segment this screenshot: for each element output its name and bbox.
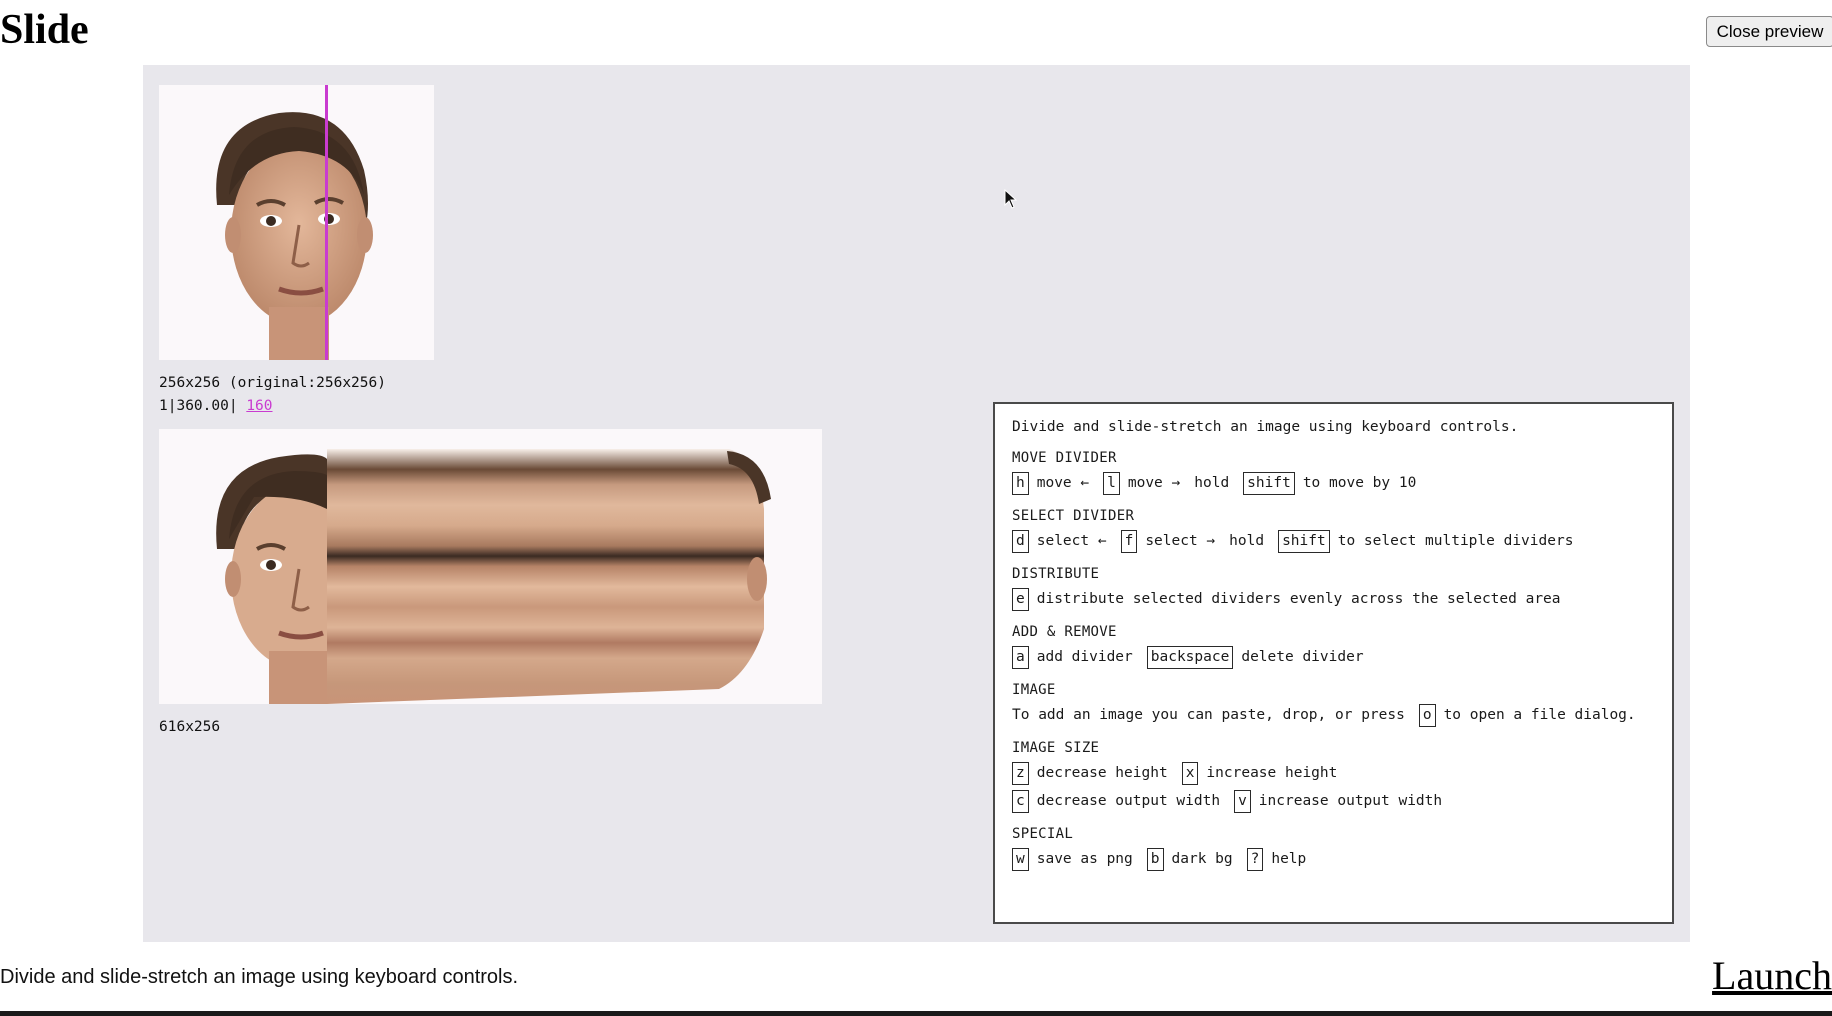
key-badge: e — [1012, 587, 1029, 611]
output-size-info: 616x256 — [159, 719, 221, 735]
mouse-pointer-icon — [1004, 189, 1018, 209]
divider-position-link[interactable]: 160 — [246, 398, 272, 414]
key-badge: c — [1012, 789, 1029, 813]
key-badge: h — [1012, 471, 1029, 495]
help-section-heading: ADD & REMOVE — [1012, 624, 1117, 640]
help-text: delete divider — [1241, 649, 1364, 665]
help-row: h move ← l move → hold shift to move by 10 — [1012, 470, 1656, 496]
help-text: select ← — [1036, 533, 1107, 549]
key-badge: backspace — [1146, 645, 1234, 669]
source-image[interactable] — [159, 85, 434, 360]
help-section-heading: SPECIAL — [1012, 826, 1074, 842]
help-sections: MOVE DIVIDER h move ← l move → hold shift to mo… — [1012, 450, 1656, 872]
help-text: hold — [1229, 533, 1265, 549]
help-text: hold — [1194, 475, 1230, 491]
divider-line[interactable] — [325, 85, 328, 360]
key-badge: shift — [1243, 471, 1295, 495]
key-badge: f — [1120, 529, 1138, 553]
help-text: increase output width — [1258, 793, 1443, 809]
divider-info-values: 1|360.00| — [159, 398, 238, 414]
key-badge: shift — [1278, 529, 1330, 553]
key-badge: a — [1012, 645, 1029, 669]
key-badge: o — [1418, 703, 1436, 727]
key-badge: w — [1012, 847, 1029, 871]
help-row: w save as png b dark bg? help — [1012, 846, 1656, 872]
help-row: d select ← f select → hold shift to select mul… — [1012, 528, 1656, 554]
help-section-heading: MOVE DIVIDER — [1012, 450, 1117, 466]
help-text: to select multiple dividers — [1337, 533, 1574, 549]
help-text: to open a file dialog. — [1443, 707, 1636, 723]
help-text: select → — [1145, 533, 1216, 549]
key-badge: d — [1012, 529, 1029, 553]
help-intro: Divide and slide-stretch an image using … — [1012, 419, 1519, 435]
help-text: To add an image you can paste, drop, or … — [1012, 707, 1405, 723]
help-section-heading: IMAGE SIZE — [1012, 740, 1100, 756]
source-size-info: 256x256 (original:256x256) — [159, 375, 386, 391]
help-row: z decrease height x increase height — [1012, 760, 1656, 786]
help-text: help — [1271, 851, 1307, 867]
help-section-heading: IMAGE — [1012, 682, 1056, 698]
help-text: save as png — [1036, 851, 1133, 867]
help-row: c decrease output width v increase output w… — [1012, 788, 1656, 814]
help-panel: Divide and slide-stretch an image using … — [993, 402, 1674, 924]
stretched-face-illustration — [216, 449, 771, 704]
help-text: move ← — [1036, 475, 1090, 491]
help-text: dark bg — [1171, 851, 1233, 867]
divider-info: 1|360.00| 160 — [159, 398, 273, 414]
key-badge: x — [1181, 761, 1199, 785]
help-section-heading: SELECT DIVIDER — [1012, 508, 1135, 524]
help-text: distribute selected dividers evenly acro… — [1036, 591, 1561, 607]
key-badge: ? — [1246, 847, 1264, 871]
output-image — [159, 429, 822, 704]
key-badge: b — [1146, 847, 1164, 871]
help-row: e distribute selected dividers evenly acr… — [1012, 586, 1656, 612]
app-stage[interactable]: 256x256 (original:256x256) 1|360.00| 160 — [143, 65, 1690, 942]
close-preview-button[interactable]: Close preview — [1706, 16, 1832, 47]
page-title: Slide — [0, 7, 89, 53]
help-row: a add divider backspace delete divider — [1012, 644, 1656, 670]
help-text: move → — [1127, 475, 1181, 491]
source-face-illustration — [216, 112, 373, 360]
help-text: decrease output width — [1036, 793, 1221, 809]
help-text: to move by 10 — [1302, 475, 1417, 491]
help-text: add divider — [1036, 649, 1133, 665]
bottom-border — [0, 1011, 1832, 1016]
launch-link[interactable]: Launch — [1712, 952, 1832, 999]
help-section-heading: DISTRIBUTE — [1012, 566, 1100, 582]
footer-description: Divide and slide-stretch an image using … — [0, 966, 519, 988]
help-text: decrease height — [1036, 765, 1168, 781]
key-badge: z — [1012, 761, 1029, 785]
help-row: To add an image you can paste, drop, or … — [1012, 702, 1656, 728]
key-badge: l — [1103, 471, 1120, 495]
help-text: increase height — [1206, 765, 1338, 781]
key-badge: v — [1234, 789, 1251, 813]
